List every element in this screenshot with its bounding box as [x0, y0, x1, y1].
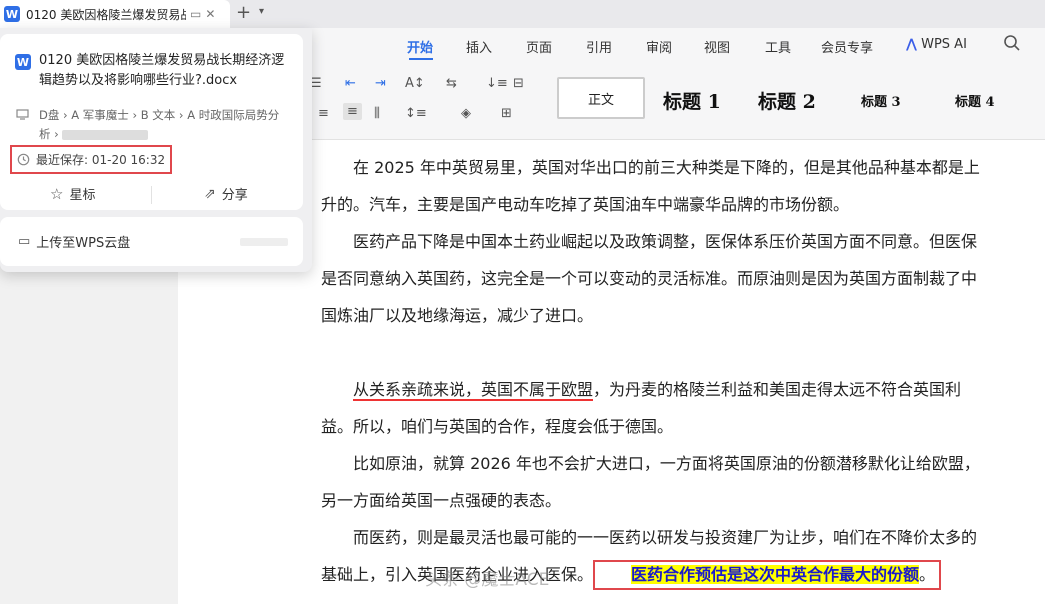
star-button[interactable]: ☆ 星标: [50, 184, 96, 204]
wps-ai-label: WPS AI: [921, 37, 967, 52]
style-heading-2[interactable]: 标题 2: [758, 87, 816, 114]
new-tab-icon[interactable]: +: [236, 2, 251, 23]
text-direction-icon[interactable]: ⇆: [446, 76, 457, 91]
paragraph-3-part-a: 从关系亲疏来说，英国不属于欧盟: [353, 380, 594, 401]
shading-icon[interactable]: ◈: [461, 106, 471, 121]
style-heading-4[interactable]: 标题 4: [955, 91, 995, 110]
decrease-indent-icon[interactable]: ⇤: [345, 76, 356, 91]
share-button[interactable]: ⇗ 分享: [204, 184, 248, 204]
file-info-card: W 0120 美欧因格陵兰爆发贸易战长期经济逻辑趋势以及将影响哪些行业?.doc…: [0, 34, 303, 210]
clock-icon: [17, 153, 30, 166]
align-left-icon[interactable]: ≡: [318, 106, 329, 121]
end-mark: 。: [919, 565, 936, 584]
tab-view[interactable]: 视图: [704, 37, 730, 56]
folder-icon: ▭: [18, 234, 31, 249]
close-icon[interactable]: ✕: [205, 7, 215, 21]
align-center-icon[interactable]: ≡: [343, 103, 362, 120]
style-gallery: 正文 标题 1 标题 2 标题 3 标题 4: [545, 69, 1045, 131]
wps-writer-icon: W: [4, 6, 20, 22]
active-tab-indicator: [409, 58, 433, 60]
share-label: 分享: [221, 188, 248, 203]
tab-title: 0120 美欧因格陵兰爆发贸易战: [26, 7, 186, 22]
watermark: 头条 @魔士ACE: [425, 570, 550, 590]
tab-review[interactable]: 审阅: [646, 37, 672, 56]
file-info-popup: W 0120 美欧因格陵兰爆发贸易战长期经济逻辑趋势以及将影响哪些行业?.doc…: [0, 28, 312, 272]
chevron-down-icon[interactable]: ▾: [259, 6, 264, 17]
file-name: 0120 美欧因格陵兰爆发贸易战长期经济逻辑趋势以及将影响哪些行业?.docx: [39, 53, 285, 88]
document-tab[interactable]: W 0120 美欧因格陵兰爆发贸易战 ▭ ✕: [0, 0, 230, 28]
border-icon[interactable]: ⊞: [501, 106, 512, 121]
show-marks-icon[interactable]: ⊟: [513, 76, 524, 91]
tab-home[interactable]: 开始: [407, 37, 433, 56]
sort-icon[interactable]: ↓≡: [486, 76, 508, 91]
redacted-path: [62, 129, 149, 140]
highlight-annotation: 医药合作预估是这次中英合作最大的份额。: [593, 560, 942, 590]
distributed-align-icon[interactable]: ⫼: [374, 106, 380, 121]
line-spacing-icon[interactable]: ↕≡: [405, 106, 427, 121]
increase-indent-icon[interactable]: ⇥: [375, 76, 386, 91]
tab-tools[interactable]: 工具: [765, 37, 791, 56]
paragraph-2: 医药产品下降是中国本土药业崛起以及政策调整，医保体系压价英国方面不同意。但医保是…: [321, 232, 978, 325]
tab-page[interactable]: 页面: [526, 37, 552, 56]
path-segment[interactable]: B 文本: [141, 108, 176, 122]
style-heading-1[interactable]: 标题 1: [663, 87, 721, 114]
tab-wps-ai[interactable]: ⋀ WPS AI: [906, 37, 967, 52]
search-icon[interactable]: [1003, 34, 1021, 52]
paragraph-3: 从关系亲疏来说，英国不属于欧盟，为丹麦的格陵兰利益和美国走得太远不符合英国利益。…: [321, 371, 991, 445]
style-heading-3[interactable]: 标题 3: [861, 91, 901, 110]
chinese-layout-icon[interactable]: A↕: [405, 76, 425, 91]
last-saved-text: 最近保存: 01-20 16:32: [36, 153, 166, 167]
tab-insert[interactable]: 插入: [466, 37, 492, 56]
ai-icon: ⋀: [906, 37, 917, 52]
paragraph-1: 在 2025 年中英贸易里，英国对华出口的前三大种类是下降的，但是其他品种基本都…: [321, 158, 980, 214]
window-icon[interactable]: ▭: [190, 7, 201, 21]
tab-member[interactable]: 会员专享: [821, 37, 873, 56]
upload-card[interactable]: ▭ 上传至WPS云盘: [0, 217, 303, 266]
style-normal[interactable]: 正文: [557, 77, 645, 119]
document-body[interactable]: 在 2025 年中英贸易里，英国对华出口的前三大种类是下降的，但是其他品种基本都…: [321, 149, 991, 593]
highlighted-sentence: 医药合作预估是这次中英合作最大的份额: [631, 565, 920, 584]
path-segment[interactable]: A 军事魔士: [71, 108, 129, 122]
upload-to-cloud-button[interactable]: ▭ 上传至WPS云盘: [18, 232, 130, 251]
divider: [151, 186, 152, 204]
star-icon: ☆: [50, 184, 64, 203]
file-path: D盘 › A 军事魔士 › B 文本 › A 时政国际局势分析 ›: [39, 108, 280, 141]
docx-file-icon: W: [15, 54, 31, 70]
upload-label: 上传至WPS云盘: [36, 236, 131, 251]
paragraph-4: 比如原油，就算 2026 年也不会扩大进口，一方面将英国原油的份额潜移默化让给欧…: [321, 454, 980, 510]
disk-icon: [16, 109, 29, 120]
tab-bar: W 0120 美欧因格陵兰爆发贸易战 ▭ ✕ + ▾: [0, 0, 1045, 28]
redacted-text: [240, 238, 288, 246]
share-icon: ⇗: [204, 185, 216, 202]
star-label: 星标: [69, 188, 96, 203]
path-segment[interactable]: D盘: [39, 108, 59, 122]
last-saved-info: 最近保存: 01-20 16:32: [10, 145, 172, 174]
paragraph-5: 而医药，则是最灵活也最可能的一一医药以研发与投资建厂为让步，咱们在不降价太多的基…: [321, 519, 991, 593]
tab-references[interactable]: 引用: [586, 37, 612, 56]
